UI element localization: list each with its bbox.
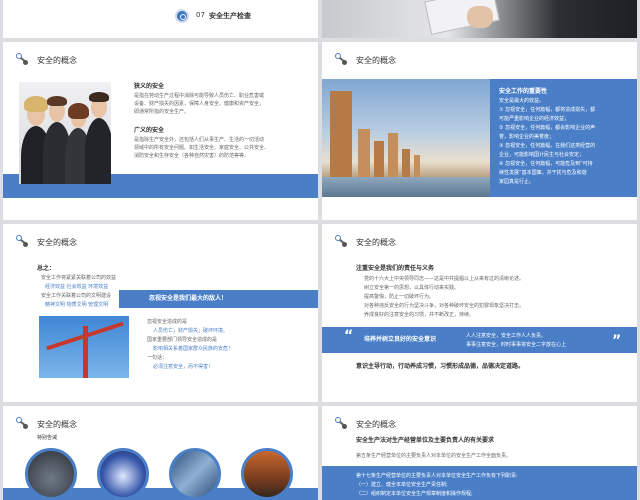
slide-grid: 07 安全生产检查 安全的概念 狭义的安全 是指在劳动生产过程中消除可能导致人员… xyxy=(0,0,640,500)
tablet-photo xyxy=(322,0,637,38)
molecule-icon xyxy=(15,52,31,68)
importance-line-6: ③ 忽视安全，任何篇幅，在我们这类经营的 xyxy=(499,143,596,149)
law-title: 安全生产法对生产经营单位及主要负责人的有关要求 xyxy=(356,437,495,444)
slide-thumbnail-8[interactable]: 安全的概念 安全生产法对生产经营单位及主要负责人的有关要求 第五条生产经营单位的… xyxy=(322,406,637,500)
summary-line-1: 安全工作将紧紧关联着公司的效益 xyxy=(41,275,117,281)
section-number: 07 xyxy=(196,11,205,19)
warning-subtitle: 特别告诫 xyxy=(37,435,58,441)
summary-line-2: 经济效益 社会效益 环境效益 xyxy=(45,284,109,290)
clause-1: （一）建立、健全本单位安全生产责任制; xyxy=(356,482,448,488)
importance-line-7: 企业，可能影响国计民生与社会安定； xyxy=(499,152,585,158)
slide-thumbnail-2[interactable] xyxy=(322,0,637,38)
slide-title: 安全的概念 xyxy=(356,55,396,65)
welding-photo xyxy=(97,448,149,500)
importance-line-8: ④ 忽视安全，任何篇幅，可能危及到“可持 xyxy=(499,161,593,167)
slide-header: 安全的概念 xyxy=(15,52,77,68)
open-quote-icon: “ xyxy=(344,328,354,344)
warning-banner-text: 忽视安全是我们最大的敌人！ xyxy=(149,295,228,302)
pipes-photo xyxy=(25,448,77,500)
section-badge-icon xyxy=(175,9,189,23)
slide-thumbnail-1[interactable]: 07 安全生产检查 xyxy=(3,0,318,38)
importance-panel: 安全工作的重要性 安全是最大的效益。 ① 忽视安全，任何篇幅，都将造成损失，都 … xyxy=(490,79,637,197)
warning-item-6: 必须注意安全，而不得害！ xyxy=(153,364,214,370)
importance-line-2: ① 忽视安全，任何篇幅，都将造成损失，都 xyxy=(499,107,596,113)
responsibility-line-4: 对各种违反安全的行为坚决斗争，对各种破坏安全的犯罪现象坚决打击。 xyxy=(364,303,525,309)
narrow-line-3: 即通常所指的安全生产。 xyxy=(134,109,190,115)
molecule-icon xyxy=(334,52,350,68)
broad-safety-title: 广义的安全 xyxy=(134,127,165,134)
slide-header: 安全的概念 xyxy=(334,234,396,250)
warning-item-2: 人员伤亡；财产损失；破坏环境。 xyxy=(153,328,229,334)
importance-line-10: 家园真是行止。 xyxy=(499,179,535,185)
steel-frame-photo xyxy=(169,448,221,500)
importance-title: 安全工作的重要性 xyxy=(499,88,548,95)
article-seventeen: 第十七条生产经营单位的主要负责人对本单位安全生产工作负有下列职责: xyxy=(356,473,518,479)
hand-image xyxy=(467,6,493,28)
article-five: 第五条生产经营单位的主要负责人对本单位的安全生产工作全面负责。 xyxy=(356,453,512,459)
slide-title: 安全的概念 xyxy=(37,237,77,247)
summary-line-4: 精神文明 物质文明 管理文明 xyxy=(45,302,109,308)
molecule-icon xyxy=(15,234,31,250)
slide-header: 安全的概念 xyxy=(334,416,396,432)
section-title: 安全生产检查 xyxy=(209,12,251,20)
slide-header: 安全的概念 xyxy=(15,234,77,250)
awareness-banner-title: 培养并树立良好的安全意识 xyxy=(364,336,437,343)
slide-title: 安全的概念 xyxy=(356,419,396,429)
warning-item-1: 忽视安全造成的是 xyxy=(147,319,188,325)
slide-header: 安全的概念 xyxy=(15,416,77,432)
slide-header: 安全的概念 xyxy=(334,52,396,68)
summary-line-3: 安全工作关联着公司的文明建设 xyxy=(41,293,112,299)
broad-line-3: 消防安全和生存安全（各种自然灾害）的防范等等。 xyxy=(134,153,250,159)
slide-thumbnail-3[interactable]: 安全的概念 狭义的安全 是指在劳动生产过程中消除可能导致人员伤亡、职业危害或 设… xyxy=(3,42,318,220)
summary-title: 总之： xyxy=(37,265,56,272)
slide-thumbnail-4[interactable]: 安全的概念 安全工作的重要性 安全是最大的效益。 ① 忽视安全，任何篇幅，都将造… xyxy=(322,42,637,220)
water-surface xyxy=(322,177,490,197)
construction-crane-photo xyxy=(39,316,129,378)
responsibility-line-5: 养成良好的注意安全的习惯，并不断改正，持续。 xyxy=(364,312,475,318)
warning-item-5: 一句话： xyxy=(147,355,168,361)
close-quote-icon: ” xyxy=(612,333,622,349)
slide-title: 安全的概念 xyxy=(356,237,396,247)
warning-item-4: 影响相关系着国家群众民族的安危！ xyxy=(153,346,234,352)
responsibility-title: 注重安全是我们的责任与义务 xyxy=(356,265,435,272)
slide-title: 安全的概念 xyxy=(37,419,77,429)
slide-title: 安全的概念 xyxy=(37,55,77,65)
awareness-line-2: 事事注意安全，时时事事将安全二字放在心上 xyxy=(466,342,567,348)
business-team-photo xyxy=(19,82,111,184)
importance-line-5: 誉，影响企业的美誉度； xyxy=(499,134,555,140)
molecule-icon xyxy=(15,416,31,432)
responsibility-line-3: 提高警惕，防止一切破坏行为。 xyxy=(364,294,435,300)
slide-thumbnail-5[interactable]: 安全的概念 总之： 安全工作将紧紧关联着公司的效益 经济效益 社会效益 环境效益… xyxy=(3,224,318,402)
importance-line-1: 安全是最大的效益。 xyxy=(499,98,545,104)
awareness-banner: “ 培养并树立良好的安全意识 人人注意安全，安全工作人人负责。 事事注意安全，时… xyxy=(322,327,637,353)
molecule-icon xyxy=(334,416,350,432)
awareness-footer: 意识主导行动，行动养成习惯，习惯形成品德，品德决定道路。 xyxy=(356,363,525,370)
importance-line-9: 续性发展”基本国策，并干扰与危及和谐 xyxy=(499,170,587,176)
responsibility-line-1: 党的十六大上中央领导同志——这是中共提倡以上从来有过的清晰论述。 xyxy=(364,276,525,282)
molecule-icon xyxy=(334,234,350,250)
importance-line-4: ② 忽视安全，任何篇幅，都会影响企业的声 xyxy=(499,125,596,131)
clause-2: （二）组织制定本单位安全生产规章制度和操作规程; xyxy=(356,491,473,497)
responsibility-line-2: 树立安全第一的思想，以具体行动来实践。 xyxy=(364,285,460,291)
narrow-safety-title: 狭义的安全 xyxy=(134,83,165,90)
city-skyline-photo xyxy=(322,79,490,197)
workers-photo xyxy=(241,448,293,500)
importance-line-3: 可能严重影响企业的经济效益； xyxy=(499,116,570,122)
warning-item-3: 国家重要部门领导安全造成的是 xyxy=(147,337,218,343)
warning-banner: 忽视安全是我们最大的敌人！ xyxy=(119,290,318,308)
article-banner: 第十七条生产经营单位的主要负责人对本单位安全生产工作负有下列职责: （一）建立、… xyxy=(322,466,637,500)
awareness-line-1: 人人注意安全，安全工作人人负责。 xyxy=(466,333,547,339)
slide-thumbnail-6[interactable]: 安全的概念 注重安全是我们的责任与义务 党的十六大上中央领导同志——这是中共提倡… xyxy=(322,224,637,402)
slide-thumbnail-7[interactable]: 安全的概念 特别告诫 xyxy=(3,406,318,500)
